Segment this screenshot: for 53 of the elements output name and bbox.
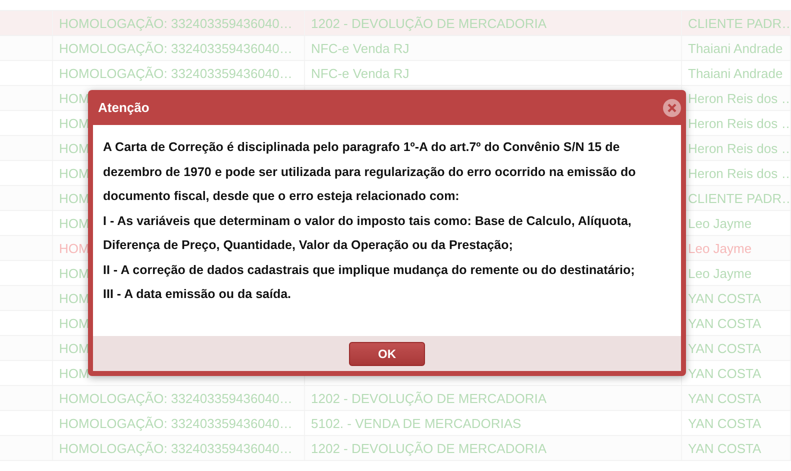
table-cell: Heron Reis dos … — [688, 166, 790, 180]
table-cell: HOM — [59, 190, 90, 206]
table-cell: HOMOLOGAÇÃO: 332403359436040… — [59, 416, 292, 430]
table-cell: Thaiani Andrade — [688, 66, 783, 80]
table-cell: YAN COSTA — [688, 440, 762, 456]
table-cell: YAN COSTA — [688, 316, 762, 330]
table-cell: HOMOLOGAÇÃO: 332403359436040… — [59, 440, 292, 456]
table-cell: HOM — [59, 240, 90, 256]
table-cell: Heron Reis dos … — [688, 140, 790, 156]
table-cell: Thaiani Andrade — [688, 40, 783, 56]
table-cell: HOM — [59, 340, 90, 356]
ok-button[interactable]: OK — [349, 342, 425, 366]
table-cell: HOM — [59, 216, 90, 230]
table-cell: HOM — [59, 316, 90, 330]
table-cell: CLIENTE PADR… — [688, 16, 790, 30]
table-cell: YAN COSTA — [688, 366, 762, 380]
table-cell: Heron Reis dos … — [688, 90, 790, 106]
dialog-title: Atenção — [98, 100, 150, 115]
table-cell: HOMOLOGAÇÃO: 332403359436040… — [59, 390, 292, 406]
table-cell: YAN COSTA — [688, 416, 762, 430]
table-cell: HOM — [59, 166, 90, 180]
message-text: A Carta de Correção é disciplinada pelo paragrafo 1º-A do art.7º do Convênio S/N 15 de dezembro de 1970 e pode ser utilizada para regularização do erro ocorrido na emissão do documento fiscal, desde que o erro esteja relacionado com: — [103, 139, 637, 205]
table-row[interactable]: HOMOLOGAÇÃO: 332403359436040… 1202 - DEVOLUÇÃO DE MERCADORIA YAN COSTA — [0, 436, 791, 461]
table-cell: Heron Reis dos … — [688, 116, 790, 130]
table-cell: HOM — [59, 290, 90, 306]
table-cell: HOM — [59, 266, 90, 280]
table-row[interactable]: HOMOLOGAÇÃO: 332403359436040… 1202 - DEVOLUÇÃO DE MERCADORIA CLIENTE PADR… — [0, 11, 791, 36]
table-row[interactable]: HOMOLOGAÇÃO: 332403359436040… 1202 - DEVOLUÇÃO DE MERCADORIA YAN COSTA — [0, 386, 791, 411]
table-cell: Leo Jayme — [688, 266, 752, 280]
table-cell: 1202 - DEVOLUÇÃO DE MERCADORIA — [311, 16, 547, 30]
table-cell: NFC-e Venda RJ — [311, 66, 410, 80]
message-text: I - As variáveis que determinam o valor do imposto tais como: Base de Calculo, Alíquota, Diferença de Preço, Quantidade, Valor da Operação ou da Prestação; — [103, 212, 632, 254]
table-cell: HOMOLOGAÇÃO: 332403359436040… — [59, 16, 292, 30]
table-cell: Leo Jayme — [688, 216, 752, 230]
table-cell: HOM — [59, 140, 90, 156]
message-text: II - A correção de dados cadastrais que implique mudança do remente ou do destinatário; — [103, 262, 636, 279]
table-cell: 1202 - DEVOLUÇÃO DE MERCADORIA — [311, 390, 547, 406]
table-cell: HOMOLOGAÇÃO: 332403359436040… — [59, 40, 292, 56]
table-row[interactable]: HOMOLOGAÇÃO: 332403359436040… NFC-e Venda RJ Thaiani Andrade — [0, 36, 791, 61]
close-icon[interactable] — [663, 98, 681, 116]
table-cell: YAN COSTA — [688, 290, 762, 306]
table-cell: HOMOLOGAÇÃO: 332403359436040… — [59, 66, 292, 80]
table-cell: Leo Jayme — [688, 240, 752, 256]
table-cell: HOM — [59, 90, 90, 106]
table-cell: 5102. - VENDA DE MERCADORIAS — [311, 416, 522, 430]
table-cell: HOM — [59, 366, 90, 380]
message-text: III - A data emissão ou da saída. — [103, 286, 292, 303]
table-cell: 1202 - DEVOLUÇÃO DE MERCADORIA — [311, 440, 547, 456]
table-cell: YAN COSTA — [688, 340, 762, 356]
table-cell: HOM — [59, 116, 90, 130]
table-cell: NFC-e Venda RJ — [311, 40, 410, 56]
table-cell: CLIENTE PADR… — [688, 190, 790, 206]
table-cell: YAN COSTA — [688, 390, 762, 406]
